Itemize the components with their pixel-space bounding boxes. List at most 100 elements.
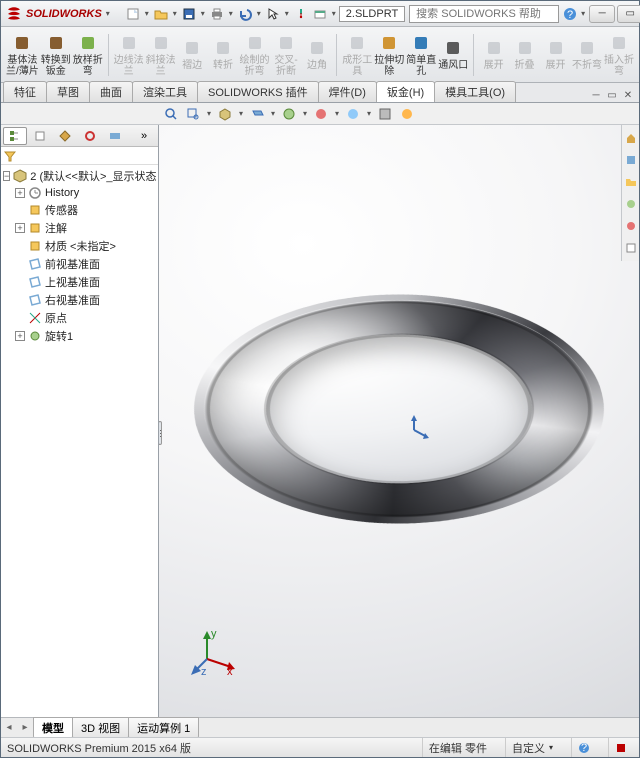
select-icon[interactable] xyxy=(264,5,282,23)
scene-icon[interactable] xyxy=(311,105,331,123)
view-orient-icon[interactable] xyxy=(215,105,235,123)
graphics-viewport[interactable]: y x z xyxy=(159,125,639,717)
zoom-dropdown[interactable]: ▾ xyxy=(205,109,213,118)
tree-item[interactable]: 上视基准面 xyxy=(1,273,158,291)
collapse-icon[interactable]: − xyxy=(3,171,10,181)
taskpane-explorer-icon[interactable] xyxy=(623,173,639,191)
open-dropdown[interactable]: ▾ xyxy=(171,9,179,18)
undo-dropdown[interactable]: ▾ xyxy=(255,9,263,18)
tree-item[interactable]: 原点 xyxy=(1,309,158,327)
panel-expand-icon[interactable]: » xyxy=(132,127,156,145)
status-custom[interactable]: 自定义 ▾ xyxy=(505,738,559,757)
motion-tab[interactable]: 运动算例 1 xyxy=(128,717,199,739)
tree-item[interactable]: 材质 <未指定> xyxy=(1,237,158,255)
status-rebuild-icon[interactable] xyxy=(608,738,633,757)
zoom-area-icon[interactable] xyxy=(183,105,203,123)
tab-scroll-left[interactable]: ◂ xyxy=(1,719,17,737)
dimxpert-tab[interactable] xyxy=(78,127,102,145)
expand-icon[interactable]: + xyxy=(15,223,25,233)
ribbon-button[interactable]: 基体法 兰/薄片 xyxy=(5,30,40,80)
appearance-dropdown[interactable]: ▾ xyxy=(365,109,373,118)
filter-icon[interactable] xyxy=(4,150,16,162)
property-manager-tab[interactable] xyxy=(28,127,52,145)
expand-icon[interactable]: + xyxy=(15,331,25,341)
ribbon-button[interactable]: 简单直 孔 xyxy=(405,30,437,80)
tree-item[interactable]: 传感器 xyxy=(1,201,158,219)
logo-dropdown-icon[interactable]: ▾ xyxy=(106,9,110,18)
print-dropdown[interactable]: ▾ xyxy=(227,9,235,18)
feature-manager-panel: » − 2 (默认<<默认>_显示状态 1>)+History传感器+注解材质 <… xyxy=(1,125,159,717)
configuration-tab[interactable] xyxy=(53,127,77,145)
ribbon-button: 转折 xyxy=(208,30,239,80)
open-icon[interactable] xyxy=(152,5,170,23)
tree-item[interactable]: +注解 xyxy=(1,219,158,237)
mdi-minimize[interactable]: ─ xyxy=(589,88,603,102)
hide-show-dropdown[interactable]: ▾ xyxy=(301,109,309,118)
command-tab[interactable]: 特征 xyxy=(3,81,47,102)
view-settings-icon[interactable] xyxy=(375,105,395,123)
help-dropdown[interactable]: ▾ xyxy=(581,9,585,18)
select-dropdown[interactable]: ▾ xyxy=(283,9,291,18)
undo-icon[interactable] xyxy=(236,5,254,23)
new-dropdown[interactable]: ▾ xyxy=(143,9,151,18)
ribbon-icon xyxy=(151,33,171,53)
hide-show-icon[interactable] xyxy=(279,105,299,123)
zoom-fit-icon[interactable] xyxy=(161,105,181,123)
command-tab[interactable]: 模具工具(O) xyxy=(434,81,516,102)
render-icon[interactable] xyxy=(397,105,417,123)
panel-splitter[interactable] xyxy=(159,421,162,445)
tab-scroll-right[interactable]: ▸ xyxy=(17,719,33,737)
command-tab[interactable]: 渲染工具 xyxy=(132,81,198,102)
taskpane-view-icon[interactable] xyxy=(623,195,639,213)
motion-tab[interactable]: 3D 视图 xyxy=(72,717,129,739)
command-tab[interactable]: SOLIDWORKS 插件 xyxy=(197,81,319,102)
tree-item[interactable]: 前视基准面 xyxy=(1,255,158,273)
tree-root-label[interactable]: 2 (默认<<默认>_显示状态 1>) xyxy=(30,168,158,184)
tree-item-label: 原点 xyxy=(45,310,67,326)
appearance-icon[interactable] xyxy=(343,105,363,123)
print-icon[interactable] xyxy=(208,5,226,23)
taskpane-library-icon[interactable] xyxy=(623,151,639,169)
options-dropdown[interactable]: ▾ xyxy=(330,9,338,18)
ribbon-button[interactable]: 放样折 弯 xyxy=(72,30,104,80)
ribbon-button[interactable]: 转换到 钣金 xyxy=(40,30,72,80)
ribbon-icon xyxy=(411,33,431,53)
tree-item[interactable]: +History xyxy=(1,185,158,201)
taskpane-appearance-icon[interactable] xyxy=(623,217,639,235)
view-orient-dropdown[interactable]: ▾ xyxy=(237,109,245,118)
save-dropdown[interactable]: ▾ xyxy=(199,9,207,18)
tree-item-label: 材质 <未指定> xyxy=(45,238,116,254)
tree-item[interactable]: +旋转1 xyxy=(1,327,158,345)
ribbon-button[interactable]: 拉伸切 除 xyxy=(373,30,405,80)
help-search-input[interactable] xyxy=(416,8,558,20)
command-tab[interactable]: 草图 xyxy=(46,81,90,102)
help-icon[interactable]: ? xyxy=(563,5,577,23)
taskpane-home-icon[interactable] xyxy=(623,129,639,147)
status-help-icon[interactable]: ? xyxy=(571,738,596,757)
expand-icon[interactable]: + xyxy=(15,188,25,198)
minimize-button[interactable]: ─ xyxy=(589,5,615,23)
scene-dropdown[interactable]: ▾ xyxy=(333,109,341,118)
command-tab[interactable]: 钣金(H) xyxy=(376,81,435,102)
feature-tree-tab[interactable] xyxy=(3,127,27,145)
mdi-close[interactable]: ✕ xyxy=(621,88,635,102)
command-tab[interactable]: 曲面 xyxy=(89,81,133,102)
display-style-dropdown[interactable]: ▾ xyxy=(269,109,277,118)
help-search[interactable]: ▾ xyxy=(409,5,559,23)
maximize-button[interactable]: ▭ xyxy=(617,5,640,23)
taskpane-props-icon[interactable] xyxy=(623,239,639,257)
options-icon[interactable] xyxy=(311,5,329,23)
display-manager-tab[interactable] xyxy=(103,127,127,145)
command-tab[interactable]: 焊件(D) xyxy=(318,81,377,102)
display-style-icon[interactable] xyxy=(247,105,267,123)
rebuild-icon[interactable] xyxy=(292,5,310,23)
document-name[interactable]: 2.SLDPRT xyxy=(339,6,405,22)
ribbon-button[interactable]: 通风口 xyxy=(437,30,469,80)
tree-item-icon xyxy=(28,186,42,200)
ribbon-label: 转折 xyxy=(213,60,233,71)
new-icon[interactable] xyxy=(124,5,142,23)
tree-item[interactable]: 右视基准面 xyxy=(1,291,158,309)
mdi-restore[interactable]: ▭ xyxy=(605,88,619,102)
motion-tab[interactable]: 模型 xyxy=(33,717,73,739)
save-icon[interactable] xyxy=(180,5,198,23)
